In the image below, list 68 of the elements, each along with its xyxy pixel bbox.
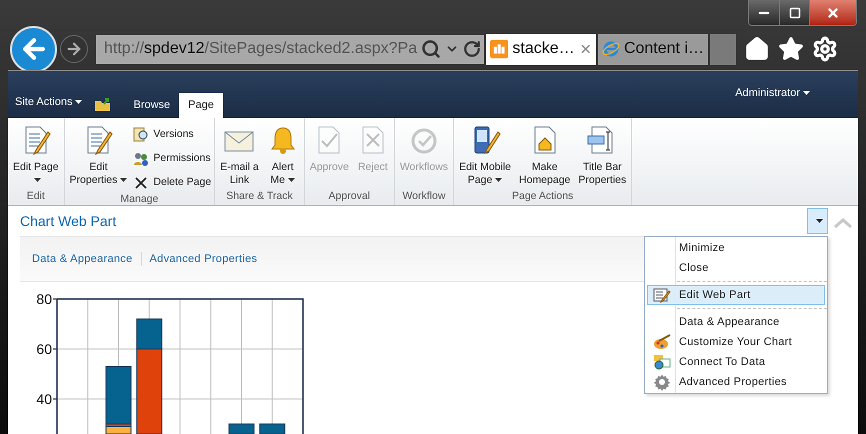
axis-label: 40 [36, 391, 52, 407]
ribbon-small-button[interactable]: Delete Page [133, 173, 212, 192]
ribbon-button[interactable]: Edit Properties [68, 124, 130, 192]
menu-item[interactable]: Edit Web Part [647, 285, 825, 305]
group-label: Approval [328, 189, 371, 204]
tab-title: stacke… [512, 39, 575, 59]
ribbon-button[interactable]: Edit Mobile Page [457, 124, 514, 189]
back-button[interactable] [10, 26, 57, 72]
menu-item[interactable]: Close [647, 258, 825, 278]
ribbon-button[interactable]: Make Homepage [517, 124, 572, 189]
menu-item[interactable]: Advanced Properties [647, 372, 825, 392]
axis-label: 60 [36, 341, 52, 357]
group-label: Workflow [401, 189, 446, 204]
maximize-button[interactable] [779, 0, 809, 25]
address-field[interactable]: http://spdev12/SitePages/stacked2.aspx?Pa [96, 34, 484, 64]
minimize-button[interactable] [749, 0, 779, 25]
caret-icon [75, 100, 82, 104]
menu-item[interactable]: Connect To Data [647, 352, 825, 372]
site-logo-icon [490, 38, 508, 60]
site-actions-menu[interactable]: Site Actions [15, 94, 82, 110]
stacked-bar [228, 424, 254, 434]
folder-arrow-icon[interactable] [94, 96, 112, 112]
settings-icon[interactable] [812, 36, 838, 62]
browser-tab[interactable]: Content i… [598, 34, 708, 64]
forward-arrow-icon [65, 40, 83, 58]
tab-title: Content i… [624, 39, 704, 59]
toolbar-link[interactable]: Advanced Properties [150, 250, 258, 268]
magnifier-page-icon [133, 126, 150, 142]
search-icon[interactable] [421, 39, 442, 59]
close-icon [134, 176, 148, 190]
caret-icon [803, 91, 810, 96]
forward-button[interactable] [60, 35, 88, 63]
url-text: http://spdev12/SitePages/stacked2.aspx?Pa [104, 39, 418, 59]
group-label: Manage [119, 192, 160, 207]
caret-icon [816, 219, 822, 223]
gear-icon [653, 373, 671, 391]
stacked-bar [259, 424, 286, 434]
ribbon-tab[interactable]: Browse [124, 93, 180, 118]
menu-item[interactable]: Customize Your Chart [647, 332, 825, 352]
toolbar-link[interactable]: Data & Appearance [32, 250, 133, 268]
home-icon[interactable] [744, 36, 770, 62]
ribbon-small-button[interactable]: Versions [133, 125, 212, 144]
globe-window-icon [653, 354, 671, 370]
stacked-bar [106, 366, 132, 434]
star-icon[interactable] [778, 36, 804, 62]
browser-tab[interactable]: stacke… [486, 34, 596, 64]
ribbon-button[interactable]: E-mail a Link [218, 124, 261, 189]
paint-palette-icon [653, 334, 671, 350]
ribbon-button[interactable]: Edit Page [11, 124, 61, 189]
people-icon [133, 150, 150, 166]
web-part-menu-button[interactable] [807, 208, 828, 234]
group-label: Edit [26, 189, 46, 204]
close-icon [826, 6, 840, 20]
user-menu[interactable]: Administrator [735, 85, 810, 102]
ribbon-button[interactable]: Alert Me [264, 124, 301, 189]
maximize-icon [788, 6, 800, 18]
ribbon-tab[interactable]: Page [179, 93, 223, 118]
group-label: Share & Track [225, 189, 294, 204]
menu-item[interactable]: Data & Appearance [647, 312, 825, 332]
web-part-title: Chart Web Part [20, 212, 116, 230]
refresh-icon[interactable] [463, 40, 482, 58]
pencil-list-icon [653, 287, 671, 303]
axis-label: 80 [36, 291, 52, 307]
menu-item[interactable]: Minimize [647, 238, 825, 258]
ribbon-button[interactable]: Title Bar Properties [576, 124, 628, 189]
group-label: Page Actions [511, 189, 574, 204]
ribbon-small-button[interactable]: Permissions [133, 149, 212, 168]
close-button[interactable] [809, 0, 856, 25]
